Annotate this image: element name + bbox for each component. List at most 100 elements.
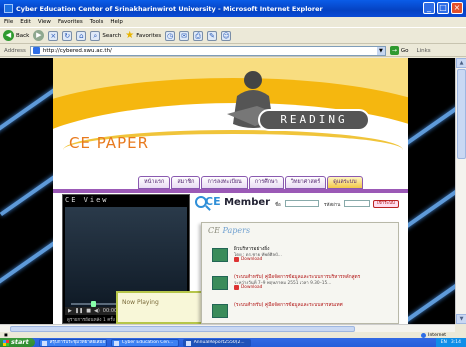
edit-icon[interactable]: ✎ [207, 30, 218, 41]
now-playing-box: Now Playing [116, 291, 206, 324]
vertical-scrollbar[interactable]: ▲ ▼ [455, 58, 466, 324]
scroll-thumb[interactable] [457, 69, 466, 159]
forward-button[interactable]: ▶ [33, 30, 45, 41]
system-tray: EN 3:14 [435, 338, 466, 347]
search-label: Search [102, 32, 122, 39]
minimize-button[interactable]: _ [423, 2, 435, 14]
address-url: http://cybered.swu.ac.th/ [42, 47, 112, 54]
taskbar: start สรุปการประชุมวิทยาลัยเสมือน Cyber … [0, 338, 466, 347]
nav-education[interactable]: การศึกษา [248, 176, 284, 189]
site-container: READING CE PAPER หน้าแรก สมาชิก การลงทะเ… [53, 58, 408, 324]
nav-home[interactable]: หน้าแรก [138, 176, 171, 189]
favorites-label: Favorites [136, 32, 162, 39]
home-icon[interactable]: ⌂ [76, 30, 87, 41]
player-info: ดูรายการย้อนหลัง 1 ครั้ง [67, 318, 115, 323]
password-label: รหัสผ่าน [324, 203, 341, 208]
back-arrow-icon: ◀ [3, 30, 14, 41]
refresh-icon[interactable]: ↻ [62, 30, 73, 41]
address-bar: Address http://cybered.swu.ac.th/ ▼ → Go… [0, 45, 466, 57]
go-label: Go [400, 47, 409, 54]
ce-view-title: CE View [65, 196, 109, 204]
menu-bar: File Edit View Favorites Tools Help [0, 17, 466, 27]
stop-icon[interactable]: × [48, 30, 59, 41]
address-input[interactable]: http://cybered.swu.ac.th/ ▼ [29, 45, 386, 56]
menu-file[interactable]: File [4, 19, 13, 25]
ce-member-login: CE Member ชื่อ รหัสผ่าน เข้าระบบ [193, 194, 403, 220]
nav-admin[interactable]: ดูแลระบบ [327, 176, 363, 189]
stop-icon[interactable]: ■ [86, 308, 91, 314]
taskbar-item[interactable]: AnnualReport2550(2... [182, 338, 251, 347]
zone-label: Internet [428, 332, 446, 338]
window-title: Cyber Education Center of Srinakharinwir… [16, 4, 323, 13]
print-icon[interactable]: ⎙ [193, 30, 204, 41]
site-nav: หน้าแรก สมาชิก การลงทะเบียน การศึกษา วิท… [138, 176, 363, 189]
clock: 3:14 [450, 340, 461, 345]
password-input[interactable] [344, 200, 370, 207]
nav-register[interactable]: การลงทะเบียน [201, 176, 248, 189]
paper-item[interactable]: (ระบบสำหรับ) คู่มือจัดการข้อมูลและระบบกา… [212, 273, 394, 297]
history-icon[interactable]: ◷ [165, 30, 176, 41]
paper-thumbnail [212, 276, 228, 290]
download-link[interactable]: Download [234, 257, 262, 262]
reading-banner: READING [258, 109, 370, 131]
volume-icon[interactable]: ◀) [94, 308, 100, 314]
download-link[interactable]: Download [234, 285, 262, 290]
close-button[interactable]: × [451, 2, 463, 14]
start-button[interactable]: start [0, 338, 35, 347]
username-input[interactable] [285, 200, 319, 207]
title-bar: Cyber Education Center of Srinakharinwir… [0, 0, 466, 17]
paper-thumbnail [212, 304, 228, 318]
mail-icon[interactable]: ✉ [179, 30, 190, 41]
scroll-up-icon[interactable]: ▲ [456, 58, 466, 68]
taskbar-item[interactable]: สรุปการประชุมวิทยาลัยเสมือน [38, 338, 107, 347]
messenger-icon[interactable]: ☺ [221, 30, 232, 41]
paper-item[interactable]: ผิวบริหารอย่างยิ่ง โดย : ดร.ชาย ทัพย์ศิล… [212, 245, 394, 269]
language-indicator[interactable]: EN [441, 338, 447, 347]
site-header: READING CE PAPER [53, 58, 408, 223]
search-icon: ⌕ [90, 30, 101, 41]
favorites-button[interactable]: ★ Favorites [125, 29, 162, 41]
ce-papers-title: CE Papers [208, 226, 251, 235]
address-label: Address [4, 47, 26, 54]
login-button[interactable]: เข้าระบบ [373, 200, 399, 208]
favorites-star-icon: ★ [125, 29, 135, 41]
ie-app-icon [4, 4, 13, 13]
security-zone: Internet [421, 332, 446, 338]
nav-science[interactable]: วิทยาศาสตร์ [284, 176, 327, 189]
page-viewport: READING CE PAPER หน้าแรก สมาชิก การลงทะเ… [0, 58, 455, 324]
menu-edit[interactable]: Edit [20, 19, 31, 25]
page-icon [32, 47, 40, 54]
paper-thumbnail [212, 248, 228, 262]
globe-icon [421, 332, 427, 338]
go-button[interactable]: → Go [389, 46, 409, 55]
back-label: Back [16, 32, 30, 39]
play-icon[interactable]: ▶ [68, 308, 72, 314]
ie-window: Cyber Education Center of Srinakharinwir… [0, 0, 466, 347]
paper-item[interactable]: (ระบบสำหรับ) คู่มือจัดการข้อมูลและระบบสา… [212, 301, 394, 324]
download-icon [234, 285, 239, 290]
menu-view[interactable]: View [38, 19, 51, 25]
menu-favorites[interactable]: Favorites [58, 19, 83, 25]
username-label: ชื่อ [275, 203, 281, 208]
back-button[interactable]: ◀ Back [3, 30, 29, 41]
maximize-button[interactable]: □ [437, 2, 449, 14]
scroll-down-icon[interactable]: ▼ [456, 314, 466, 324]
paper-title[interactable]: (ระบบสำหรับ) คู่มือจัดการข้อมูลและระบบสา… [234, 301, 343, 309]
status-done-icon: ◼ [4, 332, 8, 338]
go-arrow-icon: → [389, 46, 399, 55]
search-button[interactable]: ⌕ Search [90, 30, 122, 41]
horizontal-scrollbar[interactable] [0, 324, 455, 332]
pause-icon[interactable]: ❚❚ [75, 308, 83, 314]
menu-help[interactable]: Help [110, 19, 123, 25]
address-dropdown-icon[interactable]: ▼ [376, 46, 385, 55]
nav-members[interactable]: สมาชิก [171, 176, 201, 189]
ce-member-title: CE Member [205, 195, 271, 208]
toolbar: ◀ Back ▶ × ↻ ⌂ ⌕ Search ★ Favorites ◷ ✉ … [0, 27, 466, 44]
links-button[interactable]: Links [417, 48, 431, 54]
taskbar-item[interactable]: Cyber Education Cen... [110, 338, 179, 347]
windows-logo-icon [3, 339, 9, 346]
download-icon [234, 257, 239, 262]
site-logo: CE PAPER [69, 134, 150, 152]
ce-papers-panel: CE Papers ผิวบริหารอย่างยิ่ง โดย : ดร.ชา… [201, 222, 399, 324]
menu-tools[interactable]: Tools [90, 19, 104, 25]
